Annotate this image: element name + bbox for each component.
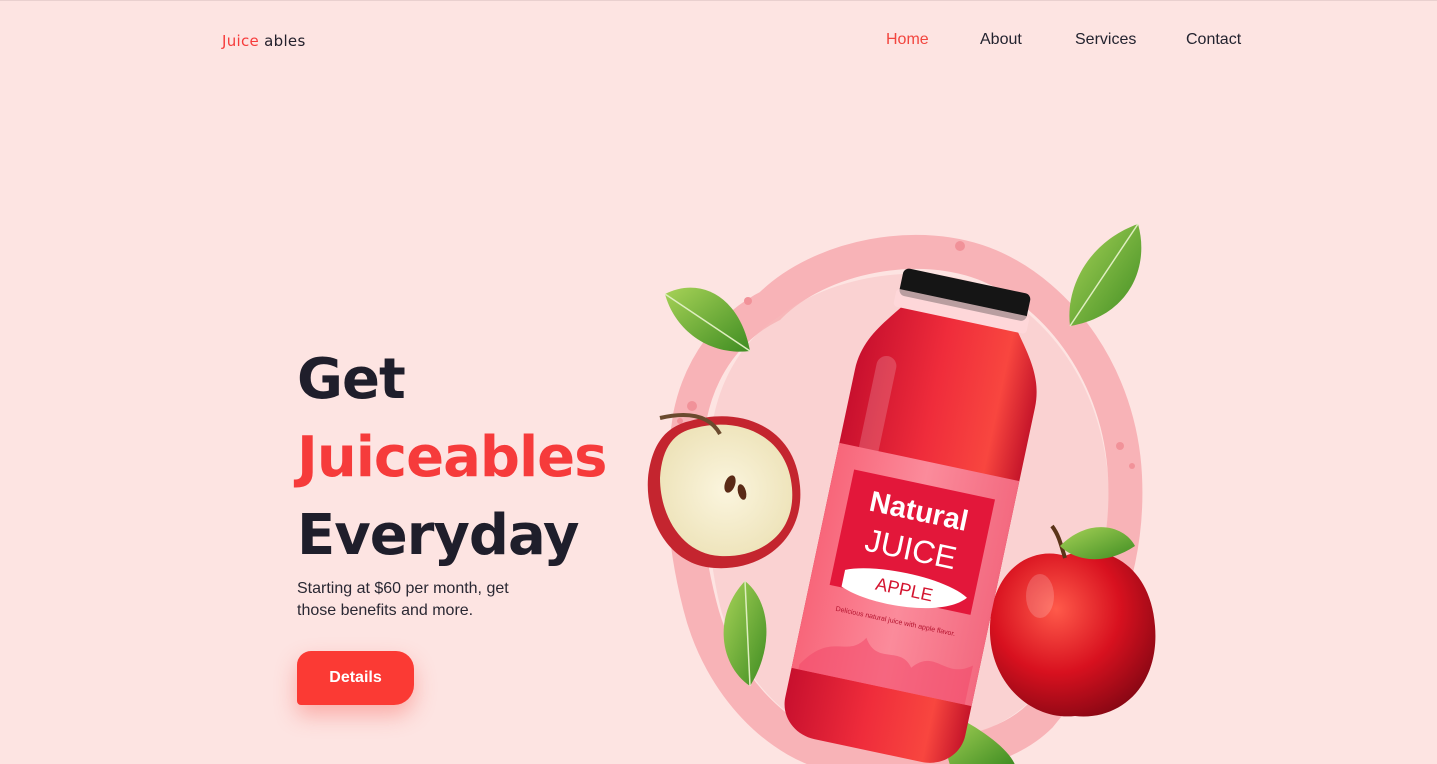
nav-home[interactable]: Home — [886, 31, 929, 49]
nav-about[interactable]: About — [980, 31, 1022, 49]
hero-heading: Get Juiceables Everyday — [297, 341, 617, 575]
hero-line-3: Everyday — [297, 503, 580, 568]
hero-section: Get Juiceables Everyday Starting at $60 … — [297, 341, 617, 622]
main-nav: Home About Services Contact — [0, 31, 1437, 55]
hero-line-2: Juiceables — [297, 425, 607, 490]
half-apple-icon — [647, 413, 801, 569]
nav-services[interactable]: Services — [1075, 31, 1136, 49]
hero-line-1: Get — [297, 347, 406, 412]
details-button[interactable]: Details — [297, 651, 414, 705]
leaf-icon — [664, 287, 751, 352]
hero-subtitle: Starting at $60 per month, get those ben… — [297, 580, 509, 619]
nav-contact[interactable]: Contact — [1186, 31, 1241, 49]
product-illustration: Natural JUICE APPLE Delicious natural ju… — [620, 216, 1180, 764]
leaf-icon — [1069, 223, 1142, 327]
